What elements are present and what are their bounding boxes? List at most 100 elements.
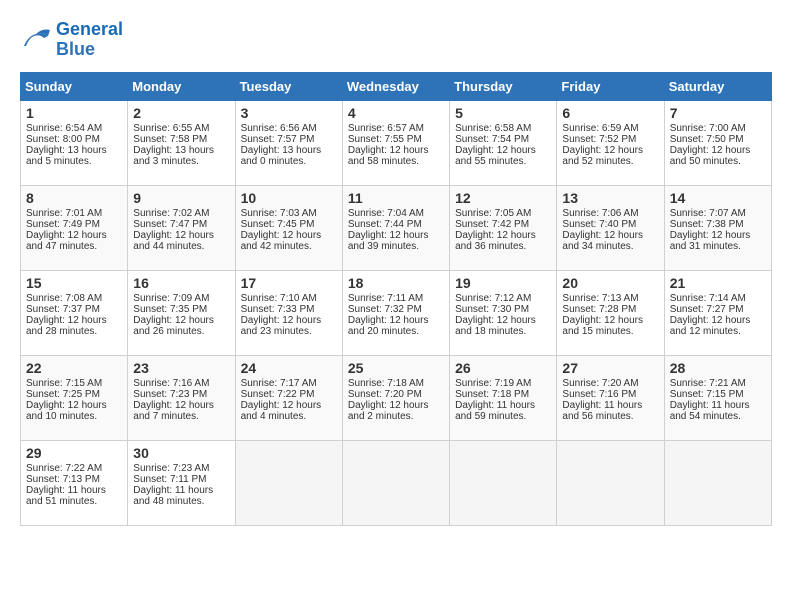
sunset: Sunset: 7:27 PM [670, 304, 744, 315]
sunrise: Sunrise: 7:04 AM [348, 208, 424, 219]
sunrise: Sunrise: 7:19 AM [455, 378, 531, 389]
daylight-label: Daylight: 12 hours and 44 minutes. [133, 230, 214, 252]
day-number: 22 [26, 360, 122, 376]
day-number: 18 [348, 275, 444, 291]
day-cell: 14Sunrise: 7:07 AMSunset: 7:38 PMDayligh… [664, 185, 771, 270]
sunrise: Sunrise: 7:16 AM [133, 378, 209, 389]
sunrise: Sunrise: 7:00 AM [670, 123, 746, 134]
sunrise: Sunrise: 7:23 AM [133, 463, 209, 474]
daylight-label: Daylight: 12 hours and 26 minutes. [133, 315, 214, 337]
sunset: Sunset: 7:42 PM [455, 219, 529, 230]
sunrise: Sunrise: 6:55 AM [133, 123, 209, 134]
day-number: 30 [133, 445, 229, 461]
sunrise: Sunrise: 7:08 AM [26, 293, 102, 304]
sunset: Sunset: 7:54 PM [455, 134, 529, 145]
daylight-label: Daylight: 12 hours and 2 minutes. [348, 400, 429, 422]
sunrise: Sunrise: 6:57 AM [348, 123, 424, 134]
sunset: Sunset: 7:44 PM [348, 219, 422, 230]
day-cell: 12Sunrise: 7:05 AMSunset: 7:42 PMDayligh… [450, 185, 557, 270]
daylight-label: Daylight: 12 hours and 18 minutes. [455, 315, 536, 337]
day-number: 12 [455, 190, 551, 206]
sunrise: Sunrise: 7:14 AM [670, 293, 746, 304]
sunset: Sunset: 7:20 PM [348, 389, 422, 400]
sunset: Sunset: 7:47 PM [133, 219, 207, 230]
sunrise: Sunrise: 7:20 AM [562, 378, 638, 389]
sunrise: Sunrise: 7:03 AM [241, 208, 317, 219]
page-header: General Blue [20, 20, 772, 60]
sunset: Sunset: 7:33 PM [241, 304, 315, 315]
daylight-label: Daylight: 12 hours and 34 minutes. [562, 230, 643, 252]
sunrise: Sunrise: 6:59 AM [562, 123, 638, 134]
sunrise: Sunrise: 7:17 AM [241, 378, 317, 389]
sunrise: Sunrise: 7:15 AM [26, 378, 102, 389]
day-number: 1 [26, 105, 122, 121]
sunrise: Sunrise: 7:21 AM [670, 378, 746, 389]
day-cell: 7Sunrise: 7:00 AMSunset: 7:50 PMDaylight… [664, 100, 771, 185]
daylight-label: Daylight: 12 hours and 15 minutes. [562, 315, 643, 337]
sunset: Sunset: 7:57 PM [241, 134, 315, 145]
daylight-label: Daylight: 13 hours and 5 minutes. [26, 145, 107, 167]
sunset: Sunset: 7:22 PM [241, 389, 315, 400]
day-number: 14 [670, 190, 766, 206]
day-cell [450, 440, 557, 525]
sunrise: Sunrise: 6:56 AM [241, 123, 317, 134]
sunset: Sunset: 7:58 PM [133, 134, 207, 145]
day-cell: 19Sunrise: 7:12 AMSunset: 7:30 PMDayligh… [450, 270, 557, 355]
logo-icon [20, 26, 52, 54]
day-cell: 8Sunrise: 7:01 AMSunset: 7:49 PMDaylight… [21, 185, 128, 270]
daylight-label: Daylight: 12 hours and 12 minutes. [670, 315, 751, 337]
sunset: Sunset: 7:52 PM [562, 134, 636, 145]
daylight-label: Daylight: 11 hours and 51 minutes. [26, 485, 106, 507]
day-cell: 17Sunrise: 7:10 AMSunset: 7:33 PMDayligh… [235, 270, 342, 355]
header-cell-sunday: Sunday [21, 72, 128, 100]
day-number: 11 [348, 190, 444, 206]
week-row-1: 1Sunrise: 6:54 AMSunset: 8:00 PMDaylight… [21, 100, 772, 185]
daylight-label: Daylight: 13 hours and 0 minutes. [241, 145, 322, 167]
header-cell-wednesday: Wednesday [342, 72, 449, 100]
week-row-5: 29Sunrise: 7:22 AMSunset: 7:13 PMDayligh… [21, 440, 772, 525]
day-number: 24 [241, 360, 337, 376]
sunset: Sunset: 7:16 PM [562, 389, 636, 400]
sunset: Sunset: 7:30 PM [455, 304, 529, 315]
sunrise: Sunrise: 7:18 AM [348, 378, 424, 389]
day-number: 17 [241, 275, 337, 291]
day-cell: 5Sunrise: 6:58 AMSunset: 7:54 PMDaylight… [450, 100, 557, 185]
day-number: 25 [348, 360, 444, 376]
week-row-2: 8Sunrise: 7:01 AMSunset: 7:49 PMDaylight… [21, 185, 772, 270]
day-cell: 20Sunrise: 7:13 AMSunset: 7:28 PMDayligh… [557, 270, 664, 355]
sunset: Sunset: 7:50 PM [670, 134, 744, 145]
daylight-label: Daylight: 12 hours and 55 minutes. [455, 145, 536, 167]
day-number: 20 [562, 275, 658, 291]
header-cell-saturday: Saturday [664, 72, 771, 100]
day-number: 9 [133, 190, 229, 206]
calendar-table: SundayMondayTuesdayWednesdayThursdayFrid… [20, 72, 772, 526]
day-number: 3 [241, 105, 337, 121]
daylight-label: Daylight: 12 hours and 58 minutes. [348, 145, 429, 167]
daylight-label: Daylight: 12 hours and 47 minutes. [26, 230, 107, 252]
day-cell: 29Sunrise: 7:22 AMSunset: 7:13 PMDayligh… [21, 440, 128, 525]
sunset: Sunset: 7:23 PM [133, 389, 207, 400]
day-number: 21 [670, 275, 766, 291]
daylight-label: Daylight: 12 hours and 52 minutes. [562, 145, 643, 167]
header-cell-tuesday: Tuesday [235, 72, 342, 100]
day-cell: 15Sunrise: 7:08 AMSunset: 7:37 PMDayligh… [21, 270, 128, 355]
sunset: Sunset: 7:38 PM [670, 219, 744, 230]
day-number: 13 [562, 190, 658, 206]
day-cell: 11Sunrise: 7:04 AMSunset: 7:44 PMDayligh… [342, 185, 449, 270]
day-cell: 22Sunrise: 7:15 AMSunset: 7:25 PMDayligh… [21, 355, 128, 440]
day-cell: 6Sunrise: 6:59 AMSunset: 7:52 PMDaylight… [557, 100, 664, 185]
day-number: 27 [562, 360, 658, 376]
day-cell: 24Sunrise: 7:17 AMSunset: 7:22 PMDayligh… [235, 355, 342, 440]
daylight-label: Daylight: 11 hours and 54 minutes. [670, 400, 750, 422]
sunrise: Sunrise: 7:13 AM [562, 293, 638, 304]
sunrise: Sunrise: 7:22 AM [26, 463, 102, 474]
day-cell: 3 Sunrise: 6:56 AMSunset: 7:57 PMDaylight… [235, 100, 342, 185]
daylight-label: Daylight: 12 hours and 7 minutes. [133, 400, 214, 422]
sunset: Sunset: 7:25 PM [26, 389, 100, 400]
daylight-label: Daylight: 11 hours and 48 minutes. [133, 485, 213, 507]
daylight-label: Daylight: 12 hours and 28 minutes. [26, 315, 107, 337]
sunrise: Sunrise: 7:02 AM [133, 208, 209, 219]
daylight-label: Daylight: 11 hours and 56 minutes. [562, 400, 642, 422]
day-cell: 27 Sunrise: 7:20 AMSunset: 7:16 PMDayligh… [557, 355, 664, 440]
day-cell: 23Sunrise: 7:16 AMSunset: 7:23 PMDayligh… [128, 355, 235, 440]
